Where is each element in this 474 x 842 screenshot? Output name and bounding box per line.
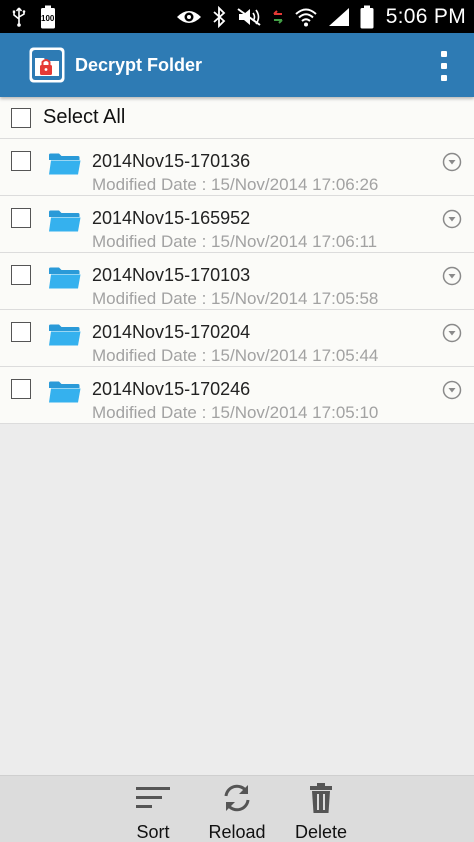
reload-button[interactable]: Reload <box>202 776 272 842</box>
decrypt-folder-logo-icon <box>29 47 65 83</box>
page-title: Decrypt Folder <box>75 54 203 75</box>
chevron-down-icon[interactable] <box>442 266 462 291</box>
reload-label: Reload <box>208 822 266 842</box>
folder-list: Select All 2014Nov15-170136 Modified Dat… <box>0 97 474 424</box>
modified-date: Modified Date : 15/Nov/2014 17:05:10 <box>92 403 379 422</box>
reload-icon <box>221 782 253 814</box>
signal-icon <box>328 7 350 27</box>
folder-icon <box>48 381 81 408</box>
bottom-action-bar: Sort Reload Delete <box>0 775 474 842</box>
select-all-checkbox[interactable] <box>11 107 31 128</box>
folder-icon <box>48 210 81 237</box>
trash-icon <box>309 782 333 814</box>
overflow-menu-button[interactable] <box>438 51 450 81</box>
modified-date: Modified Date : 15/Nov/2014 17:05:58 <box>92 289 379 308</box>
chevron-down-icon[interactable] <box>442 152 462 177</box>
folder-name: 2014Nov15-170204 <box>92 322 251 342</box>
battery-saver-icon: 100 <box>40 5 56 29</box>
sort-button[interactable]: Sort <box>123 776 183 842</box>
sort-label: Sort <box>136 822 170 842</box>
overflow-dot <box>441 75 447 81</box>
item-checkbox[interactable] <box>11 379 31 399</box>
data-transfer-icon <box>272 9 284 25</box>
folder-name: 2014Nov15-170103 <box>92 265 251 285</box>
status-bar: 100 5:06 PM <box>0 0 474 33</box>
folder-icon <box>48 267 81 294</box>
chevron-down-icon[interactable] <box>442 323 462 348</box>
overflow-dot <box>441 63 447 69</box>
folder-name: 2014Nov15-170136 <box>92 151 251 171</box>
bluetooth-icon <box>212 5 226 28</box>
folder-icon <box>48 324 81 351</box>
chevron-down-icon[interactable] <box>442 380 462 405</box>
list-item[interactable]: 2014Nov15-170246 Modified Date : 15/Nov/… <box>0 367 474 424</box>
clock: 5:06 PM <box>385 4 466 28</box>
modified-date: Modified Date : 15/Nov/2014 17:06:26 <box>92 175 379 194</box>
folder-name: 2014Nov15-165952 <box>92 208 251 228</box>
usb-icon <box>12 6 26 27</box>
delete-button[interactable]: Delete <box>288 776 354 842</box>
list-item[interactable]: 2014Nov15-170204 Modified Date : 15/Nov/… <box>0 310 474 367</box>
list-item[interactable]: 2014Nov15-165952 Modified Date : 15/Nov/… <box>0 196 474 253</box>
sort-icon <box>136 782 170 814</box>
folder-icon <box>48 153 81 180</box>
battery-level-text: 100 <box>41 13 55 23</box>
delete-label: Delete <box>294 822 348 842</box>
item-checkbox[interactable] <box>11 151 31 171</box>
select-all-label: Select All <box>43 106 126 128</box>
select-all-row[interactable]: Select All <box>0 97 474 139</box>
chevron-down-icon[interactable] <box>442 209 462 234</box>
item-checkbox[interactable] <box>11 322 31 342</box>
folder-name: 2014Nov15-170246 <box>92 379 251 399</box>
battery-icon <box>360 5 374 29</box>
app-bar: Decrypt Folder <box>0 33 474 97</box>
overflow-dot <box>441 51 447 57</box>
wifi-icon <box>294 7 318 27</box>
list-item[interactable]: 2014Nov15-170103 Modified Date : 15/Nov/… <box>0 253 474 310</box>
item-checkbox[interactable] <box>11 208 31 228</box>
item-checkbox[interactable] <box>11 265 31 285</box>
mute-icon <box>236 7 262 27</box>
modified-date: Modified Date : 15/Nov/2014 17:05:44 <box>92 346 379 365</box>
eye-icon <box>176 9 202 25</box>
modified-date: Modified Date : 15/Nov/2014 17:06:11 <box>92 232 378 251</box>
list-item[interactable]: 2014Nov15-170136 Modified Date : 15/Nov/… <box>0 139 474 196</box>
